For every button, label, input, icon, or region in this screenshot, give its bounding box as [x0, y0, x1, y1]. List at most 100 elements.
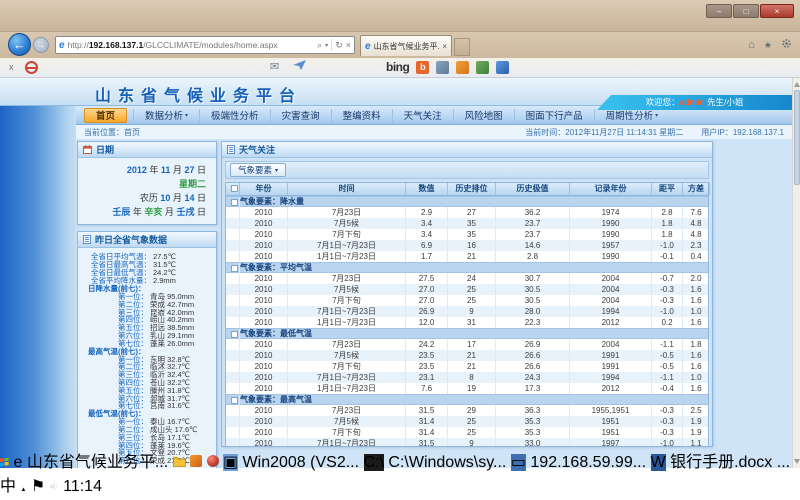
- table-cell: 7月5候: [288, 350, 406, 361]
- speaker-icon[interactable]: [50, 478, 63, 495]
- send-plane-icon[interactable]: [293, 60, 306, 73]
- home-icon[interactable]: ⌂: [748, 39, 755, 51]
- new-tab-button[interactable]: [454, 38, 470, 56]
- column-header[interactable]: 距平: [652, 183, 683, 195]
- favorites-star-icon[interactable]: ★: [764, 40, 772, 51]
- search-icon[interactable]: ⌕: [317, 40, 322, 51]
- table-row[interactable]: 20107月下旬23.52126.61991-0.51.6: [226, 361, 708, 372]
- toolbar-app-icon[interactable]: [436, 61, 449, 74]
- table-row[interactable]: 20107月23日2.92736.219742.87.6: [226, 207, 708, 218]
- group-checkbox[interactable]: [231, 265, 238, 272]
- table-cell: -0.3: [652, 427, 683, 438]
- table-group-row[interactable]: 气象要素：降水量: [226, 196, 708, 207]
- scrollbar-thumb[interactable]: [794, 90, 800, 185]
- table-cell: 1月1日~7月23日: [288, 251, 406, 262]
- table-row[interactable]: 20107月5候31.42535.31951-0.31.9: [226, 416, 708, 427]
- table-row[interactable]: 20107月1日~7月23日26.9928.01994-1.01.0: [226, 306, 708, 317]
- column-header[interactable]: 历史排位: [448, 183, 496, 195]
- mail-icon[interactable]: ✉: [270, 60, 279, 73]
- stop-icon[interactable]: ×: [346, 40, 351, 50]
- table-cell: 1.6: [683, 295, 710, 306]
- nav-item[interactable]: 首页 ▾: [84, 108, 127, 123]
- browser-command-bar: x ✉ bing b: [0, 58, 800, 78]
- action-center-flag-icon[interactable]: ⚑: [31, 478, 45, 495]
- table-row[interactable]: 20107月下旬3.43523.719901.84.8: [226, 229, 708, 240]
- pinned-app-icon[interactable]: [190, 455, 202, 467]
- group-checkbox[interactable]: [231, 199, 238, 206]
- start-button[interactable]: [0, 454, 13, 471]
- table-cell: 2.0: [683, 273, 710, 284]
- column-header[interactable]: 记录年份: [570, 183, 652, 195]
- table-group-row[interactable]: 气象要素：平均气温: [226, 262, 708, 273]
- taskbar-window-button[interactable]: W 银行手册.docx ...: [651, 454, 791, 471]
- blocked-content-icon[interactable]: [25, 61, 38, 74]
- taskbar-clock[interactable]: 11:14: [63, 478, 102, 495]
- table-row[interactable]: 20107月下旬27.02530.52004-0.31.6: [226, 295, 708, 306]
- browser-tab[interactable]: e 山东省气候业务平... ×: [360, 35, 452, 56]
- refresh-icon[interactable]: ↻: [335, 40, 343, 51]
- group-checkbox[interactable]: [231, 331, 238, 338]
- forward-button[interactable]: →: [33, 37, 49, 53]
- taskbar-window-button[interactable]: ▭ 192.168.59.99...: [511, 454, 651, 471]
- tab-close-icon[interactable]: ×: [442, 42, 447, 51]
- taskbar-window-button[interactable]: ▣ Win2008 (VS2...: [223, 454, 364, 471]
- header-checkbox[interactable]: [231, 185, 238, 192]
- url-text[interactable]: http://192.168.137.1/GLCCLIMATE/modules/…: [68, 40, 318, 50]
- nav-item[interactable]: 极端性分析 ▾: [199, 109, 270, 122]
- column-header[interactable]: 时间: [288, 183, 406, 195]
- toolbar-app-icon[interactable]: [476, 61, 489, 74]
- taskbar-window-button[interactable]: C:\ C:\Windows\sy...: [364, 454, 511, 471]
- table-row[interactable]: 20107月23日31.52936.31955,1951-0.32.5: [226, 405, 708, 416]
- table-row[interactable]: 20101月1日~7月23日7.61917.32012-0.41.6: [226, 383, 708, 394]
- table-group-row[interactable]: 气象要素：最高气温: [226, 394, 708, 405]
- table-row[interactable]: 20107月1日~7月23日23.1824.31994-1.11.0: [226, 372, 708, 383]
- column-header[interactable]: 年份: [240, 183, 288, 195]
- nav-item-label: 图面下行产品: [526, 108, 583, 122]
- nav-item-label: 天气关注: [404, 108, 442, 122]
- table-row[interactable]: 20101月1日~7月23日12.03122.320120.21.6: [226, 317, 708, 328]
- table-cell: 7月5候: [288, 218, 406, 229]
- nav-item[interactable]: 风险地图 ▾: [453, 109, 514, 122]
- explorer-folder-icon[interactable]: [173, 454, 190, 471]
- table-row[interactable]: 20107月1日~7月23日31.5933.01997-1.01.1: [226, 438, 708, 447]
- scroll-up-icon[interactable]: [794, 81, 800, 87]
- table-row[interactable]: 20107月5候23.52126.61991-0.51.6: [226, 350, 708, 361]
- taskbar-active-window[interactable]: e 山东省气候业务平...: [13, 454, 172, 471]
- column-header[interactable]: 数值: [406, 183, 448, 195]
- column-header[interactable]: 方差: [683, 183, 710, 195]
- nav-item[interactable]: 周期性分析 ▾: [594, 109, 670, 122]
- nav-item[interactable]: 数据分析 ▾: [133, 109, 199, 122]
- minimize-button[interactable]: –: [706, 4, 732, 18]
- maximize-button[interactable]: □: [733, 4, 759, 18]
- group-checkbox[interactable]: [231, 397, 238, 404]
- dropdown-icon[interactable]: ▾: [325, 42, 328, 49]
- nav-item[interactable]: 图面下行产品 ▾: [514, 109, 594, 122]
- address-bar[interactable]: e http://192.168.137.1/GLCCLIMATE/module…: [55, 36, 355, 54]
- ime-indicator[interactable]: 中: [0, 478, 16, 495]
- table-row[interactable]: 20101月1日~7月23日1.7212.81990-0.10.4: [226, 251, 708, 262]
- close-button[interactable]: ×: [760, 4, 794, 18]
- nav-item[interactable]: 天气关注 ▾: [392, 109, 453, 122]
- table-row[interactable]: 20107月1日~7月23日6.91614.61957-1.02.3: [226, 240, 708, 251]
- toolbar-close-icon[interactable]: x: [9, 62, 14, 72]
- nav-item[interactable]: 整编资料 ▾: [331, 109, 392, 122]
- toolbar-app-icon[interactable]: [456, 61, 469, 74]
- back-button[interactable]: ←: [8, 33, 31, 56]
- browser-scrollbar[interactable]: [792, 78, 800, 468]
- table-row[interactable]: 20107月5候3.43523.719901.84.8: [226, 218, 708, 229]
- table-group-row[interactable]: 气象要素：最低气温: [226, 328, 708, 339]
- table-row[interactable]: 20107月23日27.52430.72004-0.72.0: [226, 273, 708, 284]
- media-player-icon[interactable]: [207, 455, 219, 467]
- nav-item[interactable]: 灾害查询 ▾: [270, 109, 331, 122]
- element-selector-button[interactable]: 气象要素 ▾: [230, 163, 286, 177]
- table-row[interactable]: 20107月23日24.21726.92004-1.11.8: [226, 339, 708, 350]
- column-header[interactable]: 历史极值: [496, 183, 570, 195]
- table-row[interactable]: 20107月下旬31.42535.31951-0.31.9: [226, 427, 708, 438]
- settings-gear-icon[interactable]: [781, 38, 792, 52]
- table-row[interactable]: 20107月5候27.02530.52004-0.31.6: [226, 284, 708, 295]
- bing-b-icon[interactable]: b: [416, 61, 429, 74]
- table-cell: 22.3: [496, 317, 570, 328]
- toolbar-app-icon[interactable]: [496, 61, 509, 74]
- table-cell: 2010: [240, 383, 288, 394]
- hidden-icons-chevron-icon[interactable]: ▲: [20, 487, 26, 493]
